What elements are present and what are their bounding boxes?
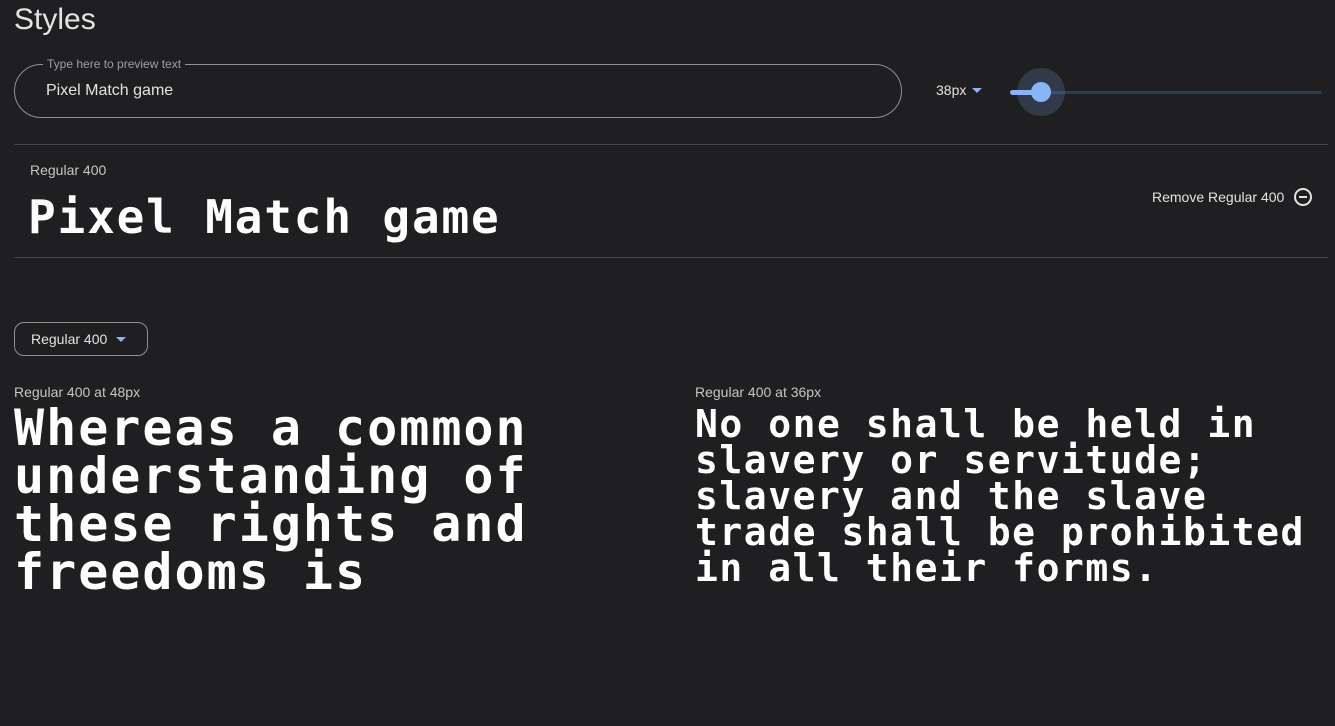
preview-text-field[interactable]: Type here to preview text — [14, 57, 902, 118]
sample-label: Regular 400 at 48px — [14, 384, 141, 400]
preview-field-label: Type here to preview text — [43, 57, 186, 71]
sample-text: No one shall be held in slavery or servi… — [695, 402, 1305, 590]
remove-style-label: Remove Regular 400 — [1152, 189, 1285, 205]
sample-text: Whereas a common understanding of these … — [14, 399, 528, 601]
style-name-label: Regular 400 — [30, 162, 107, 178]
font-size-dropdown[interactable]: 38px — [936, 82, 983, 98]
style-preview-text: Pixel Match game — [28, 190, 501, 244]
remove-style-button[interactable]: Remove Regular 400 — [1152, 188, 1313, 206]
styles-page: Styles Type here to preview text 38px Re… — [0, 0, 1335, 726]
font-size-slider[interactable] — [1010, 68, 1322, 116]
remove-circle-icon — [1294, 188, 1313, 206]
style-selector-dropdown[interactable]: Regular 400 — [14, 322, 148, 356]
dropdown-arrow-icon — [116, 336, 127, 342]
page-title: Styles — [14, 3, 96, 36]
slider-thumb[interactable] — [1031, 82, 1051, 102]
sample-label: Regular 400 at 36px — [695, 384, 822, 400]
dropdown-arrow-icon — [972, 87, 983, 93]
preview-text-input[interactable] — [46, 79, 866, 103]
divider — [14, 144, 1328, 145]
divider — [14, 257, 1328, 258]
font-size-value: 38px — [936, 82, 967, 98]
style-selector-value: Regular 400 — [31, 331, 108, 347]
